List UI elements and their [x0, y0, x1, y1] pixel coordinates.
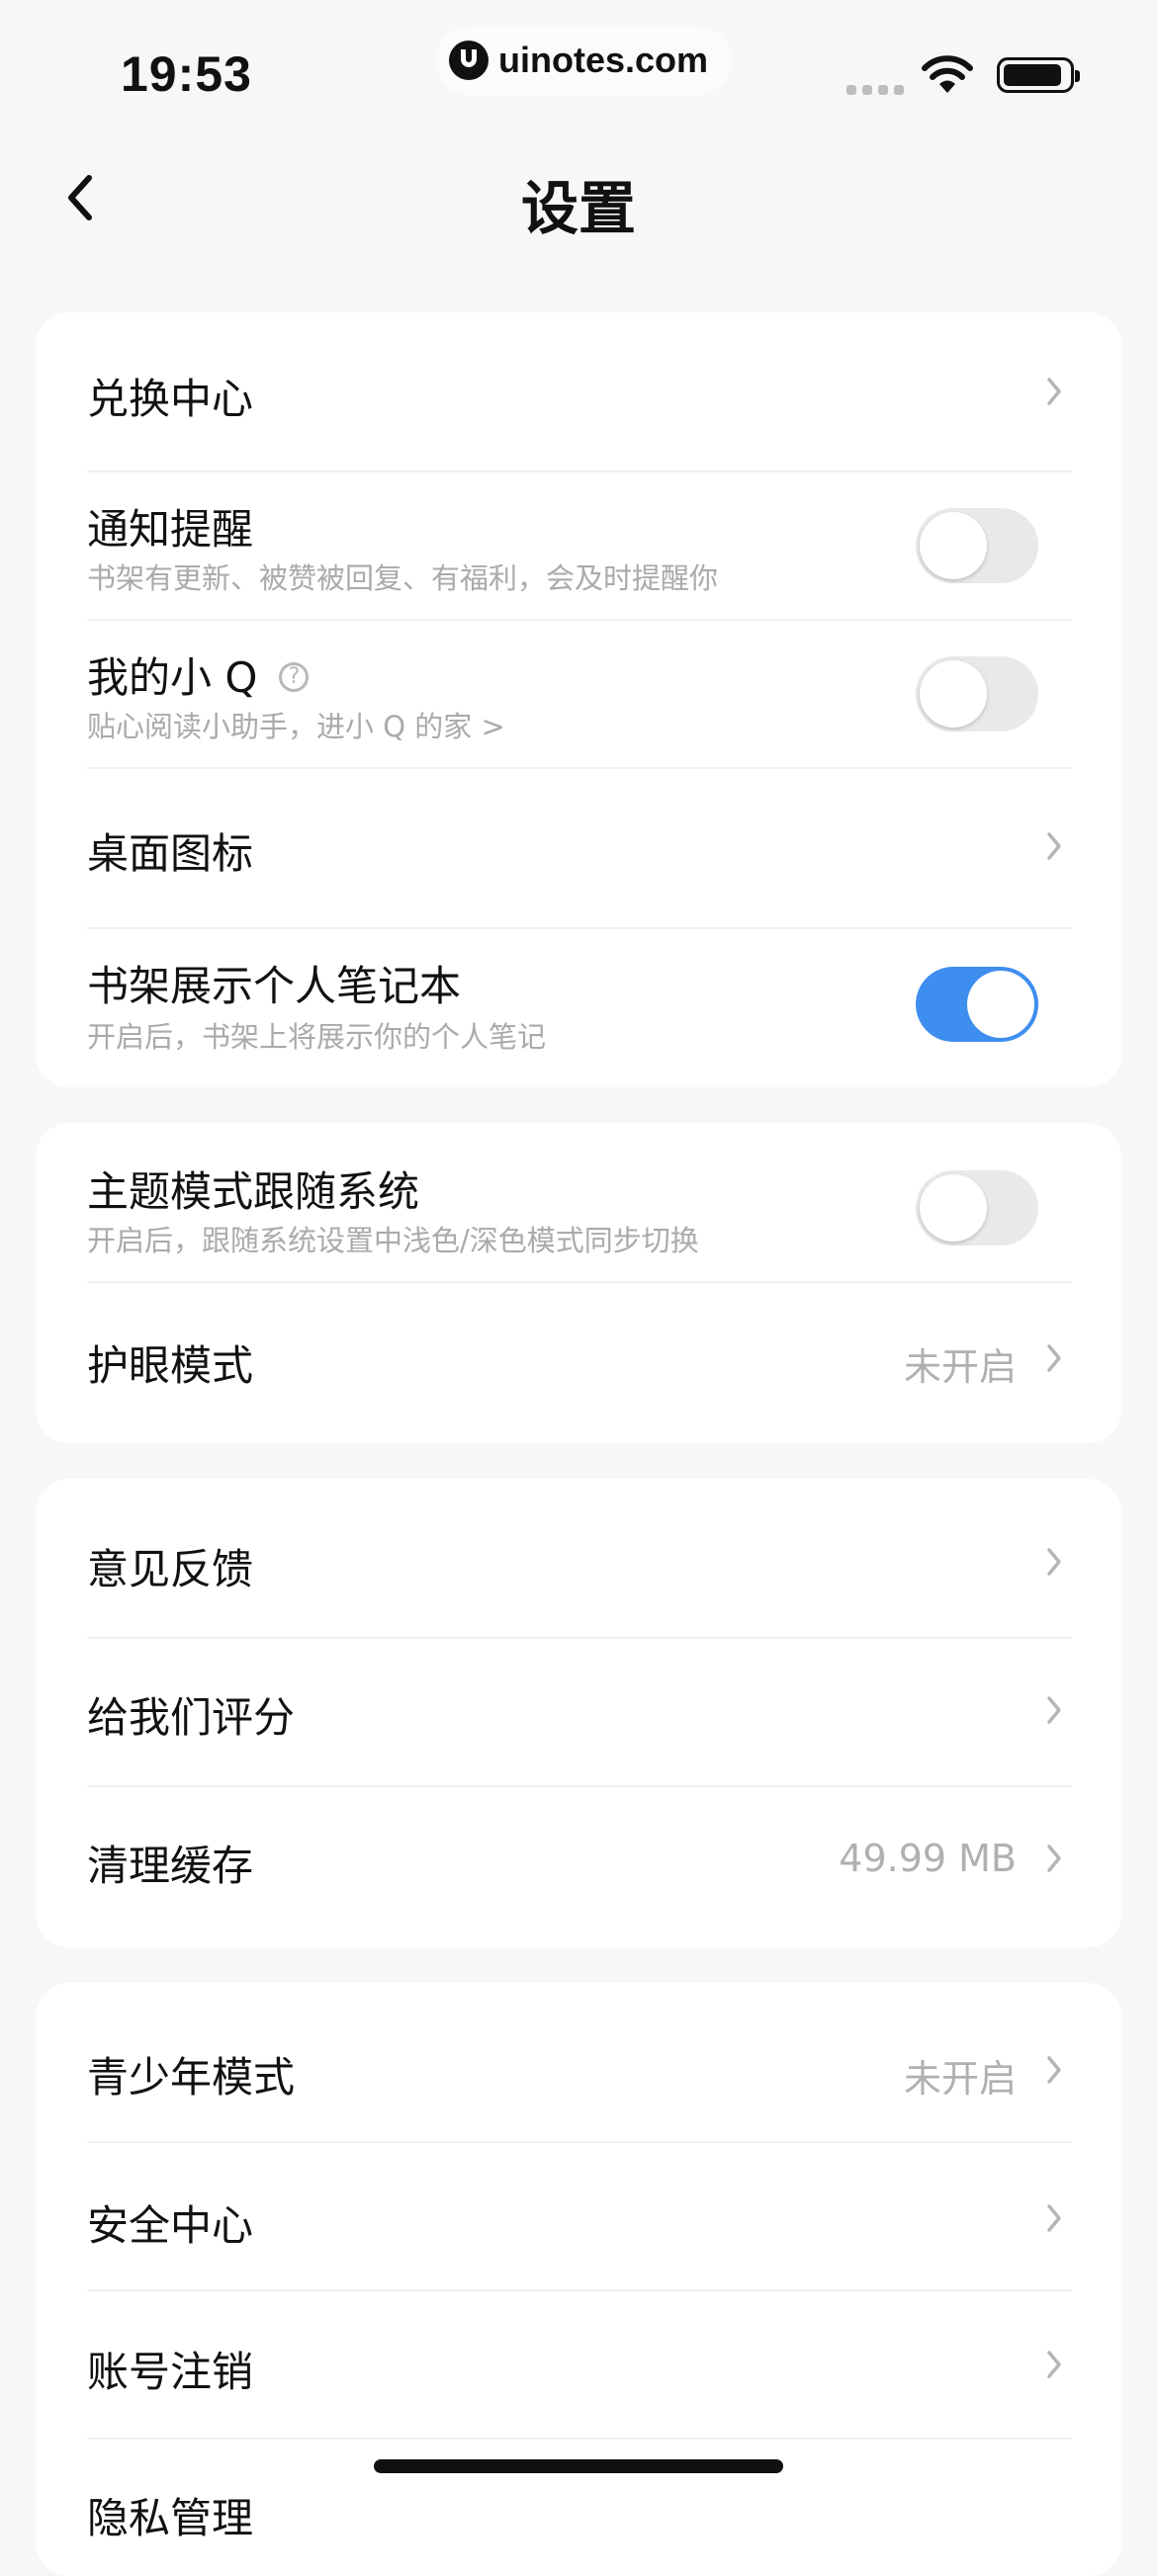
- teen-mode-label: 青少年模式: [87, 2053, 296, 2102]
- battery-icon: [997, 57, 1080, 93]
- chevron-right-icon: [1047, 1696, 1061, 1724]
- settings-card-account: 青少年模式 未开启 安全中心 账号注销 隐私管理: [36, 1983, 1121, 2576]
- desktop-icon-label: 桌面图标: [87, 829, 254, 878]
- shelf-notes-label: 书架展示个人笔记本: [87, 962, 462, 1010]
- notification-label: 通知提醒: [87, 505, 254, 554]
- little-q-description[interactable]: 贴心阅读小助手，进小 Q 的家 >: [87, 704, 505, 745]
- eye-care-label: 护眼模式: [87, 1341, 254, 1390]
- nav-bar: 设置: [0, 138, 1157, 257]
- security-center-label: 安全中心: [87, 2201, 254, 2250]
- theme-follow-row: 主题模式跟随系统 开启后，跟随系统设置中浅色/深色模式同步切换: [87, 1123, 1106, 1281]
- little-q-label: 我的小 Q?: [87, 644, 310, 705]
- security-center-row[interactable]: 安全中心: [87, 2143, 1106, 2289]
- redeem-center-row[interactable]: 兑换中心: [87, 312, 1106, 471]
- settings-card-support: 意见反馈 给我们评分 清理缓存 49.99 MB: [36, 1479, 1121, 1947]
- watermark-badge: uinotes.com: [435, 26, 733, 95]
- rate-us-row[interactable]: 给我们评分: [87, 1639, 1106, 1785]
- clear-cache-row[interactable]: 清理缓存 49.99 MB: [87, 1787, 1106, 1947]
- shelf-notes-description: 开启后，书架上将展示你的个人笔记: [87, 1020, 547, 1054]
- notification-description: 书架有更新、被赞被回复、有福利，会及时提醒你: [87, 561, 719, 595]
- chevron-right-icon: [1047, 1548, 1061, 1576]
- chevron-right-icon: [1047, 1845, 1061, 1872]
- chevron-right-icon: [1047, 2056, 1061, 2084]
- theme-follow-label: 主题模式跟随系统: [87, 1167, 420, 1216]
- teen-mode-status: 未开启: [903, 2057, 1017, 2101]
- wifi-icon: [922, 55, 973, 93]
- eye-care-status: 未开启: [903, 1345, 1017, 1389]
- cache-size: 49.99 MB: [839, 1837, 1017, 1880]
- desktop-icon-row[interactable]: 桌面图标: [87, 769, 1106, 927]
- clear-cache-label: 清理缓存: [87, 1842, 254, 1890]
- theme-follow-toggle[interactable]: [916, 1170, 1038, 1245]
- rate-us-label: 给我们评分: [87, 1693, 296, 1742]
- chevron-right-icon: [1047, 1344, 1061, 1372]
- chevron-right-icon: [1047, 2204, 1061, 2232]
- eye-care-row[interactable]: 护眼模式 未开启: [87, 1283, 1106, 1443]
- page-title: 设置: [520, 175, 636, 242]
- chevron-right-icon: [1047, 832, 1061, 860]
- settings-card-display: 主题模式跟随系统 开启后，跟随系统设置中浅色/深色模式同步切换 护眼模式 未开启: [36, 1123, 1121, 1443]
- home-indicator[interactable]: [374, 2459, 783, 2473]
- little-q-label-text: 我的小 Q: [87, 653, 258, 702]
- notification-row: 通知提醒 书架有更新、被赞被回复、有福利，会及时提醒你: [87, 472, 1106, 619]
- watermark-text: uinotes.com: [498, 40, 709, 80]
- status-time: 19:53: [121, 46, 252, 102]
- shelf-notes-row: 书架展示个人笔记本 开启后，书架上将展示你的个人笔记: [87, 929, 1106, 1087]
- little-q-row: 我的小 Q? 贴心阅读小助手，进小 Q 的家 >: [87, 621, 1106, 767]
- account-cancel-label: 账号注销: [87, 2348, 254, 2396]
- chevron-right-icon: [1047, 378, 1061, 405]
- chevron-right-icon: [1047, 2351, 1061, 2378]
- privacy-label: 隐私管理: [87, 2494, 254, 2542]
- redeem-center-label: 兑换中心: [87, 375, 254, 423]
- teen-mode-row[interactable]: 青少年模式 未开启: [87, 1983, 1106, 2141]
- watermark-logo-icon: [449, 41, 489, 80]
- feedback-label: 意见反馈: [87, 1545, 254, 1593]
- feedback-row[interactable]: 意见反馈: [87, 1479, 1106, 1637]
- notification-toggle[interactable]: [916, 508, 1038, 583]
- little-q-toggle[interactable]: [916, 656, 1038, 731]
- account-cancel-row[interactable]: 账号注销: [87, 2291, 1106, 2438]
- shelf-notes-toggle[interactable]: [916, 967, 1038, 1042]
- help-icon[interactable]: ?: [279, 661, 310, 692]
- theme-follow-description: 开启后，跟随系统设置中浅色/深色模式同步切换: [87, 1224, 699, 1257]
- settings-card-general: 兑换中心 通知提醒 书架有更新、被赞被回复、有福利，会及时提醒你 我的小 Q? …: [36, 312, 1121, 1087]
- status-bar: 19:53 uinotes.com: [0, 0, 1157, 119]
- cellular-signal-icon: [846, 85, 904, 95]
